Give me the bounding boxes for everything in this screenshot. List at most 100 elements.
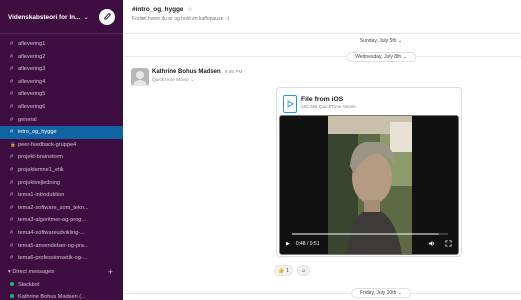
- sidebar-item-label: tema5-anvendelser-og-pra...: [18, 242, 89, 249]
- compose-icon: [103, 12, 111, 20]
- channel-title[interactable]: #intro_og_hygge: [132, 6, 184, 13]
- date-label: Friday, July 10th: [360, 290, 397, 296]
- sidebar-item-aflevering3[interactable]: # aflevering3: [0, 63, 123, 76]
- workspace-header[interactable]: Videnskabsteori for In... ⌄: [0, 0, 123, 34]
- date-divider-line: [123, 56, 521, 57]
- chevron-down-icon: ⌄: [397, 290, 402, 296]
- play-file-icon: [283, 95, 297, 113]
- chevron-down-icon: ⌄: [397, 38, 403, 44]
- avatar[interactable]: [131, 68, 149, 86]
- date-label: Sunday, July 5th: [359, 38, 397, 44]
- play-icon[interactable]: ▶: [286, 241, 290, 247]
- sidebar-item-label: aflevering4: [18, 78, 46, 85]
- star-icon[interactable]: ☆: [187, 7, 192, 13]
- sidebar-item-aflevering5[interactable]: # aflevering5: [0, 88, 123, 101]
- sidebar-item-label: projektemne1_etik: [18, 166, 64, 173]
- dm-item[interactable]: Kathrine Bohus Madsen (...: [0, 291, 123, 300]
- dm-list: Slackbot Kathrine Bohus Madsen (...: [0, 279, 123, 300]
- hash-icon: #: [10, 53, 14, 60]
- compose-button[interactable]: [99, 8, 115, 25]
- video-player[interactable]: ▶ 0:48 / 0:51: [279, 115, 459, 255]
- file-name[interactable]: File from iOS: [301, 96, 343, 103]
- lock-icon: 🔒: [10, 141, 16, 147]
- file-attachment[interactable]: File from iOS 100 MB QuickTime Movie ▶ 0…: [276, 87, 462, 257]
- video-time: 0:48 / 0:51: [295, 241, 320, 247]
- hash-icon: #: [10, 179, 14, 186]
- sidebar-item-label: intro_og_hygge: [18, 129, 57, 136]
- file-type-text: QuickTime Movie: [152, 78, 189, 83]
- date-divider-friday[interactable]: Friday, July 10th ⌄: [351, 288, 411, 298]
- add-reaction-button[interactable]: ☺: [297, 265, 311, 276]
- hash-icon: #: [10, 103, 14, 110]
- sidebar-item-label: tema3-algoritmer-og-prog...: [18, 217, 87, 224]
- sidebar-item-tema6-professionsetik-og-...[interactable]: # tema6-professionsetik-og-...: [0, 252, 123, 265]
- sidebar-item-label: peer-feedback-gruppe4: [18, 141, 77, 148]
- sidebar-item-tema4-softwareudvikling-...[interactable]: # tema4-softwareudvikling-...: [0, 227, 123, 240]
- hash-icon: #: [10, 91, 14, 98]
- hash-icon: #: [10, 66, 14, 73]
- sidebar-item-general[interactable]: # general: [0, 114, 123, 127]
- sidebar-item-label: projektvejledning: [18, 179, 60, 186]
- sidebar-item-tema3-algoritmer-og-prog...[interactable]: # tema3-algoritmer-og-prog...: [0, 214, 123, 227]
- sidebar-item-aflevering4[interactable]: # aflevering4: [0, 76, 123, 89]
- main-panel: #intro_og_hygge ☆ Fortæl hvem du er og h…: [123, 0, 521, 300]
- sidebar-item-aflevering2[interactable]: # aflevering2: [0, 51, 123, 64]
- hash-icon: #: [10, 116, 14, 123]
- hash-icon: #: [10, 41, 14, 47]
- sidebar-item-label: aflevering3: [18, 66, 46, 73]
- fullscreen-icon[interactable]: [445, 239, 452, 249]
- sidebar-item-label: general: [18, 116, 37, 123]
- hash-icon: #: [10, 166, 14, 173]
- hash-icon: #: [10, 242, 14, 249]
- dm-label: Slackbot: [18, 281, 40, 288]
- presence-icon: [10, 294, 14, 299]
- sidebar-item-label: aflevering1: [18, 41, 46, 47]
- hash-icon: #: [10, 229, 14, 236]
- sidebar-item-peer-feedback-gruppe4[interactable]: 🔒 peer-feedback-gruppe4: [0, 139, 123, 152]
- sidebar-item-label: tema6-professionsetik-og-...: [18, 255, 88, 262]
- hash-icon: #: [10, 154, 14, 161]
- author-name[interactable]: Kathrine Bohus Madsen: [152, 69, 221, 75]
- sidebar-item-aflevering1[interactable]: # aflevering1: [0, 38, 123, 51]
- sidebar-item-tema1-introduktion[interactable]: # tema1-introduktion: [0, 189, 123, 202]
- channel-topic[interactable]: Fortæl hvem du er og hold en kaffepause …: [132, 16, 521, 22]
- sidebar-item-label: tema1-introduktion: [18, 192, 65, 199]
- hash-icon: #: [10, 204, 14, 211]
- date-divider-line: [123, 293, 521, 294]
- sidebar-item-label: aflevering6: [18, 103, 46, 110]
- hash-icon: #: [10, 192, 14, 199]
- reactions: 👍 1 ☺: [274, 265, 311, 276]
- dm-label: Kathrine Bohus Madsen (...: [18, 293, 86, 300]
- chevron-down-icon: ⌄: [402, 54, 407, 60]
- channel-list: # aflevering1 # aflevering2 # aflevering3 # afl…: [0, 34, 123, 265]
- sidebar: Videnskabsteori for In... ⌄ # aflevering1 #…: [0, 0, 123, 300]
- dm-item[interactable]: Slackbot: [0, 279, 123, 291]
- add-reaction-icon: ☺: [301, 267, 307, 274]
- date-divider-wednesday[interactable]: Wednesday, July 8th ⌄: [346, 52, 416, 62]
- sidebar-item-projekt-brainstorm[interactable]: # projekt-brainstorm: [0, 151, 123, 164]
- workspace-name-wrap[interactable]: Videnskabsteori for In... ⌄: [8, 13, 89, 21]
- message-time[interactable]: 8:55 PM: [225, 70, 243, 75]
- file-type-label[interactable]: QuickTime Movie ⌄: [152, 78, 194, 83]
- sidebar-item-tema5-anvendelser-og-pra...[interactable]: # tema5-anvendelser-og-pra...: [0, 240, 123, 253]
- sidebar-item-label: projekt-brainstorm: [18, 154, 64, 161]
- chevron-down-icon[interactable]: ⌄: [83, 14, 88, 21]
- sidebar-item-tema2-software_som_tekn...[interactable]: # tema2-software_som_tekn...: [0, 202, 123, 215]
- sidebar-item-intro_og_hygge[interactable]: # intro_og_hygge: [0, 126, 123, 139]
- date-label: Wednesday, July 8th: [355, 54, 402, 60]
- hash-icon: #: [10, 78, 14, 85]
- sidebar-item-label: aflevering5: [18, 91, 46, 98]
- sidebar-item-aflevering6[interactable]: # aflevering6: [0, 101, 123, 114]
- volume-icon[interactable]: [428, 240, 435, 249]
- workspace-name[interactable]: Videnskabsteori for In...: [8, 14, 80, 21]
- thumbs-up-icon: 👍: [278, 267, 285, 274]
- dm-section-header[interactable]: ▾ Direct messages +: [0, 266, 123, 279]
- file-meta: 100 MB QuickTime Movie: [301, 105, 356, 110]
- add-dm-icon[interactable]: +: [108, 266, 113, 279]
- sidebar-item-projektemne1_etik[interactable]: # projektemne1_etik: [0, 164, 123, 177]
- sidebar-item-label: tema4-softwareudvikling-...: [18, 229, 85, 236]
- sidebar-item-projektvejledning[interactable]: # projektvejledning: [0, 177, 123, 190]
- date-divider-sunday[interactable]: Sunday, July 5th ⌄: [355, 38, 407, 44]
- video-controls: ▶ 0:48 / 0:51: [280, 234, 458, 254]
- reaction-thumbs-up[interactable]: 👍 1: [274, 265, 294, 276]
